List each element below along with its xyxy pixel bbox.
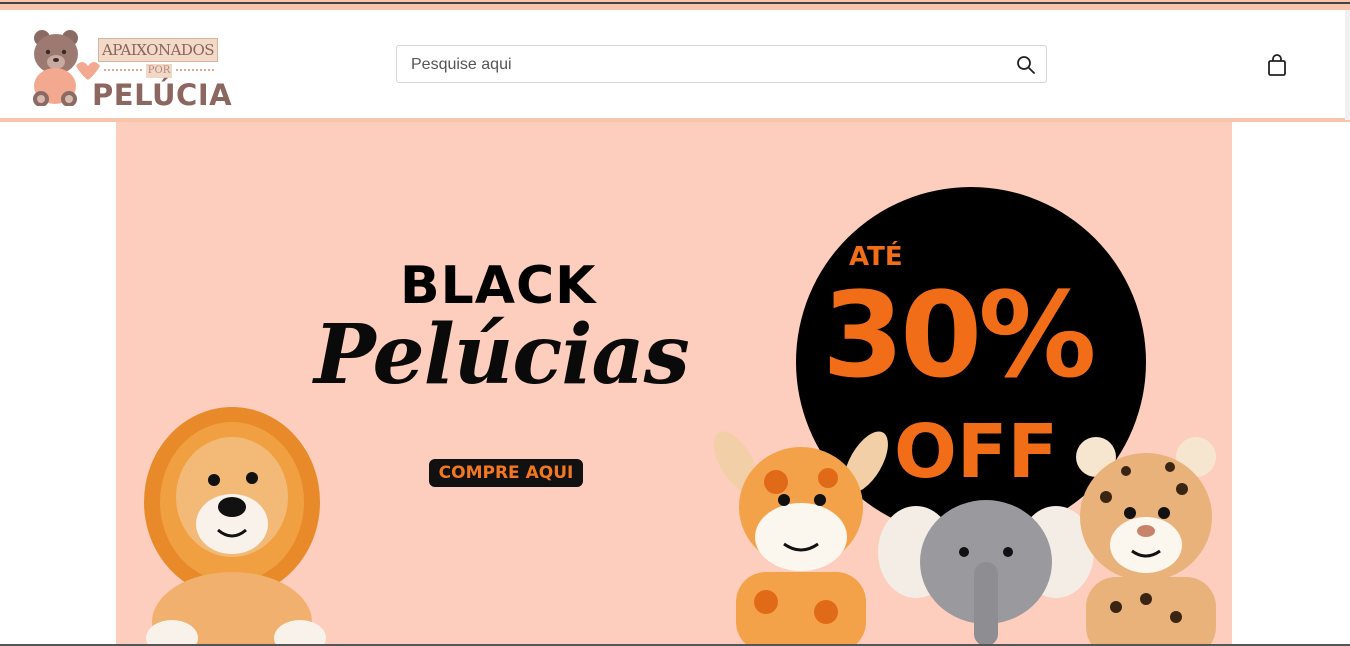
site-header: APAIXONADOS POR PELÚCIA bbox=[0, 10, 1350, 118]
shop-now-button[interactable]: COMPRE AQUI bbox=[429, 459, 583, 487]
site-logo[interactable]: APAIXONADOS POR PELÚCIA bbox=[28, 26, 233, 118]
logo-text-middle: POR bbox=[146, 64, 172, 78]
search-bar bbox=[396, 45, 1047, 83]
logo-text-top: APAIXONADOS bbox=[98, 38, 218, 62]
logo-dots-right bbox=[176, 69, 214, 75]
discount-value: 30% bbox=[822, 266, 1096, 404]
search-button[interactable] bbox=[1016, 55, 1036, 75]
leopard-plush-image bbox=[1076, 437, 1216, 646]
top-accent-stripe bbox=[0, 0, 1350, 10]
logo-dots-left bbox=[104, 69, 142, 75]
logo-text-main: PELÚCIA bbox=[92, 78, 233, 112]
banner-title-script: Pelúcias bbox=[314, 307, 690, 403]
elephant-plush-image bbox=[878, 500, 1094, 646]
promo-banner[interactable]: BLACK Pelúcias COMPRE AQUI ATÉ 30% OFF bbox=[116, 122, 1232, 646]
search-icon bbox=[1017, 56, 1035, 74]
giraffe-plush-image bbox=[714, 431, 888, 646]
search-input[interactable] bbox=[409, 53, 1003, 77]
shopping-bag-icon bbox=[1268, 54, 1286, 76]
lion-plush-image bbox=[144, 407, 326, 646]
discount-suffix: OFF bbox=[894, 409, 1059, 495]
scrollbar[interactable] bbox=[1345, 10, 1350, 120]
cart-button[interactable] bbox=[1264, 52, 1290, 78]
